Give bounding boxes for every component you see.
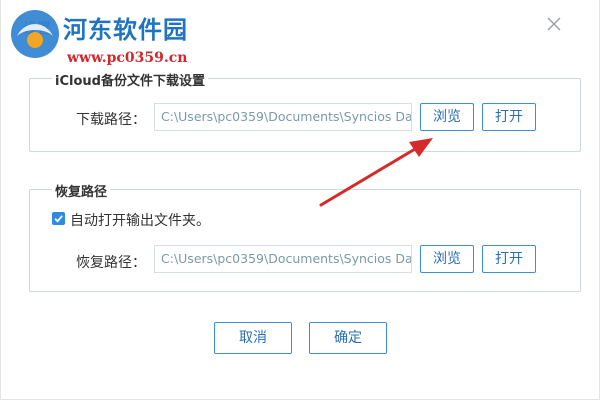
watermark: 河东软件园 www.pc0359.cn [1, 0, 261, 75]
close-icon[interactable] [547, 17, 561, 31]
auto-open-checkbox[interactable] [52, 212, 65, 225]
watermark-logo-icon [11, 10, 59, 58]
restore-browse-button[interactable]: 浏览 [420, 245, 474, 273]
icloud-download-group: iCloud备份文件下载设置 下载路径： C:\Users\pc0359\Doc… [29, 70, 581, 152]
check-icon [54, 215, 63, 223]
auto-open-label[interactable]: 自动打开输出文件夹。 [70, 210, 210, 230]
download-browse-button[interactable]: 浏览 [420, 103, 474, 131]
watermark-name: 河东软件园 [63, 15, 188, 44]
ok-button[interactable]: 确定 [309, 322, 387, 354]
download-path-input[interactable]: C:\Users\pc0359\Documents\Syncios Da [154, 103, 412, 131]
settings-dialog: 设置 iCloud备份文件下载设置 下载路径： C:\Users\pc0359\… [0, 0, 600, 400]
watermark-url: www.pc0359.cn [67, 50, 188, 66]
download-open-button[interactable]: 打开 [482, 103, 536, 131]
restore-path-label: 恢复路径： [76, 255, 146, 271]
download-path-label: 下载路径： [76, 112, 146, 128]
restore-path-group: 恢复路径 自动打开输出文件夹。 恢复路径： C:\Users\pc0359\Do… [29, 181, 581, 292]
restore-open-button[interactable]: 打开 [482, 245, 536, 273]
cancel-button[interactable]: 取消 [214, 322, 292, 354]
restore-group-legend: 恢复路径 [52, 181, 111, 200]
restore-path-input[interactable]: C:\Users\pc0359\Documents\Syncios Da [154, 245, 412, 273]
